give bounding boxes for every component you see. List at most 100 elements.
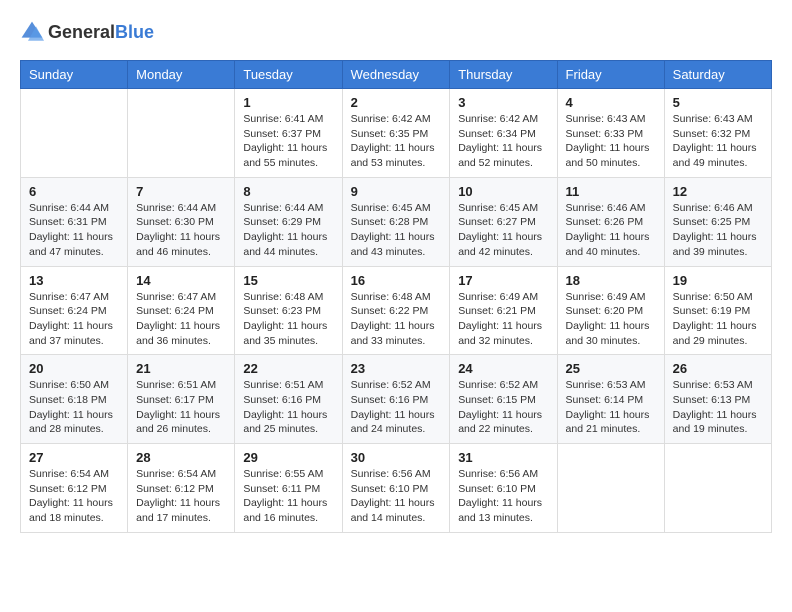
calendar-cell (21, 89, 128, 178)
calendar-cell: 8 Sunrise: 6:44 AM Sunset: 6:29 PM Daylig… (235, 177, 342, 266)
day-number: 19 (673, 273, 763, 288)
day-info: Sunrise: 6:44 AM Sunset: 6:29 PM Dayligh… (243, 201, 333, 260)
calendar-cell: 28Sunrise: 6:54 AM Sunset: 6:12 PM Dayli… (128, 444, 235, 533)
calendar-cell: 2 Sunrise: 6:42 AM Sunset: 6:35 PM Daylig… (342, 89, 450, 178)
day-number: 17 (458, 273, 548, 288)
day-info: Sunrise: 6:50 AM Sunset: 6:19 PM Dayligh… (673, 290, 763, 349)
calendar-cell: 3 Sunrise: 6:42 AM Sunset: 6:34 PM Daylig… (450, 89, 557, 178)
calendar-week-row: 13Sunrise: 6:47 AM Sunset: 6:24 PM Dayli… (21, 266, 772, 355)
day-number: 5 (673, 95, 763, 110)
calendar-cell: 22Sunrise: 6:51 AM Sunset: 6:16 PM Dayli… (235, 355, 342, 444)
calendar-cell: 21 Sunrise: 6:51 AM Sunset: 6:17 PM Dayli… (128, 355, 235, 444)
calendar-week-row: 1Sunrise: 6:41 AM Sunset: 6:37 PM Daylig… (21, 89, 772, 178)
calendar-cell: 23 Sunrise: 6:52 AM Sunset: 6:16 PM Dayli… (342, 355, 450, 444)
calendar-cell: 11 Sunrise: 6:46 AM Sunset: 6:26 PM Dayli… (557, 177, 664, 266)
calendar-week-row: 20 Sunrise: 6:50 AM Sunset: 6:18 PM Dayli… (21, 355, 772, 444)
calendar-cell: 7 Sunrise: 6:44 AM Sunset: 6:30 PM Daylig… (128, 177, 235, 266)
calendar-cell: 30 Sunrise: 6:56 AM Sunset: 6:10 PM Dayli… (342, 444, 450, 533)
calendar-cell: 29Sunrise: 6:55 AM Sunset: 6:11 PM Dayli… (235, 444, 342, 533)
calendar-cell: 20 Sunrise: 6:50 AM Sunset: 6:18 PM Dayli… (21, 355, 128, 444)
calendar-cell (557, 444, 664, 533)
weekday-header-thursday: Thursday (450, 61, 557, 89)
day-number: 9 (351, 184, 442, 199)
day-info: Sunrise: 6:49 AM Sunset: 6:20 PM Dayligh… (566, 290, 656, 349)
day-info: Sunrise: 6:45 AM Sunset: 6:27 PM Dayligh… (458, 201, 548, 260)
day-info: Sunrise: 6:46 AM Sunset: 6:25 PM Dayligh… (673, 201, 763, 260)
weekday-header-saturday: Saturday (664, 61, 771, 89)
calendar-cell: 15 Sunrise: 6:48 AM Sunset: 6:23 PM Dayli… (235, 266, 342, 355)
day-info: Sunrise: 6:44 AM Sunset: 6:30 PM Dayligh… (136, 201, 226, 260)
day-number: 6 (29, 184, 119, 199)
weekday-header-tuesday: Tuesday (235, 61, 342, 89)
calendar-cell: 13Sunrise: 6:47 AM Sunset: 6:24 PM Dayli… (21, 266, 128, 355)
weekday-header-wednesday: Wednesday (342, 61, 450, 89)
day-number: 11 (566, 184, 656, 199)
day-number: 14 (136, 273, 226, 288)
calendar-week-row: 6 Sunrise: 6:44 AM Sunset: 6:31 PM Daylig… (21, 177, 772, 266)
day-number: 27 (29, 450, 119, 465)
day-number: 31 (458, 450, 548, 465)
calendar-cell (128, 89, 235, 178)
day-number: 26 (673, 361, 763, 376)
page-header: GeneralBlue (20, 20, 772, 44)
calendar-cell (664, 444, 771, 533)
calendar-cell: 16Sunrise: 6:48 AM Sunset: 6:22 PM Dayli… (342, 266, 450, 355)
day-number: 12 (673, 184, 763, 199)
calendar-header-row: SundayMondayTuesdayWednesdayThursdayFrid… (21, 61, 772, 89)
day-info: Sunrise: 6:44 AM Sunset: 6:31 PM Dayligh… (29, 201, 119, 260)
calendar-week-row: 27 Sunrise: 6:54 AM Sunset: 6:12 PM Dayli… (21, 444, 772, 533)
calendar-cell: 6 Sunrise: 6:44 AM Sunset: 6:31 PM Daylig… (21, 177, 128, 266)
calendar-cell: 4Sunrise: 6:43 AM Sunset: 6:33 PM Daylig… (557, 89, 664, 178)
logo-general: GeneralBlue (48, 22, 154, 43)
day-number: 28 (136, 450, 226, 465)
day-info: Sunrise: 6:47 AM Sunset: 6:24 PM Dayligh… (136, 290, 226, 349)
day-info: Sunrise: 6:53 AM Sunset: 6:14 PM Dayligh… (566, 378, 656, 437)
day-number: 23 (351, 361, 442, 376)
day-number: 29 (243, 450, 333, 465)
day-info: Sunrise: 6:52 AM Sunset: 6:15 PM Dayligh… (458, 378, 548, 437)
day-info: Sunrise: 6:42 AM Sunset: 6:34 PM Dayligh… (458, 112, 548, 171)
calendar-cell: 9Sunrise: 6:45 AM Sunset: 6:28 PM Daylig… (342, 177, 450, 266)
calendar-cell: 24 Sunrise: 6:52 AM Sunset: 6:15 PM Dayli… (450, 355, 557, 444)
day-info: Sunrise: 6:53 AM Sunset: 6:13 PM Dayligh… (673, 378, 763, 437)
day-info: Sunrise: 6:56 AM Sunset: 6:10 PM Dayligh… (351, 467, 442, 526)
calendar-cell: 12 Sunrise: 6:46 AM Sunset: 6:25 PM Dayli… (664, 177, 771, 266)
weekday-header-monday: Monday (128, 61, 235, 89)
day-info: Sunrise: 6:43 AM Sunset: 6:32 PM Dayligh… (673, 112, 763, 171)
day-number: 20 (29, 361, 119, 376)
day-number: 30 (351, 450, 442, 465)
day-info: Sunrise: 6:49 AM Sunset: 6:21 PM Dayligh… (458, 290, 548, 349)
calendar-cell: 5 Sunrise: 6:43 AM Sunset: 6:32 PM Daylig… (664, 89, 771, 178)
day-number: 2 (351, 95, 442, 110)
calendar-cell: 31 Sunrise: 6:56 AM Sunset: 6:10 PM Dayli… (450, 444, 557, 533)
calendar-table: SundayMondayTuesdayWednesdayThursdayFrid… (20, 60, 772, 533)
day-number: 8 (243, 184, 333, 199)
day-number: 21 (136, 361, 226, 376)
day-number: 15 (243, 273, 333, 288)
day-number: 22 (243, 361, 333, 376)
day-info: Sunrise: 6:54 AM Sunset: 6:12 PM Dayligh… (29, 467, 119, 526)
day-info: Sunrise: 6:50 AM Sunset: 6:18 PM Dayligh… (29, 378, 119, 437)
day-number: 7 (136, 184, 226, 199)
day-info: Sunrise: 6:56 AM Sunset: 6:10 PM Dayligh… (458, 467, 548, 526)
day-info: Sunrise: 6:48 AM Sunset: 6:23 PM Dayligh… (243, 290, 333, 349)
weekday-header-sunday: Sunday (21, 61, 128, 89)
day-info: Sunrise: 6:51 AM Sunset: 6:17 PM Dayligh… (136, 378, 226, 437)
calendar-cell: 17 Sunrise: 6:49 AM Sunset: 6:21 PM Dayli… (450, 266, 557, 355)
calendar-cell: 27 Sunrise: 6:54 AM Sunset: 6:12 PM Dayli… (21, 444, 128, 533)
day-number: 24 (458, 361, 548, 376)
day-info: Sunrise: 6:42 AM Sunset: 6:35 PM Dayligh… (351, 112, 442, 171)
day-number: 18 (566, 273, 656, 288)
day-number: 16 (351, 273, 442, 288)
day-info: Sunrise: 6:41 AM Sunset: 6:37 PM Dayligh… (243, 112, 333, 171)
day-info: Sunrise: 6:52 AM Sunset: 6:16 PM Dayligh… (351, 378, 442, 437)
day-number: 3 (458, 95, 548, 110)
calendar-cell: 19 Sunrise: 6:50 AM Sunset: 6:19 PM Dayli… (664, 266, 771, 355)
calendar-cell: 25Sunrise: 6:53 AM Sunset: 6:14 PM Dayli… (557, 355, 664, 444)
calendar-cell: 18 Sunrise: 6:49 AM Sunset: 6:20 PM Dayli… (557, 266, 664, 355)
calendar-cell: 10 Sunrise: 6:45 AM Sunset: 6:27 PM Dayli… (450, 177, 557, 266)
calendar-cell: 14 Sunrise: 6:47 AM Sunset: 6:24 PM Dayli… (128, 266, 235, 355)
day-number: 4 (566, 95, 656, 110)
day-number: 10 (458, 184, 548, 199)
day-info: Sunrise: 6:46 AM Sunset: 6:26 PM Dayligh… (566, 201, 656, 260)
